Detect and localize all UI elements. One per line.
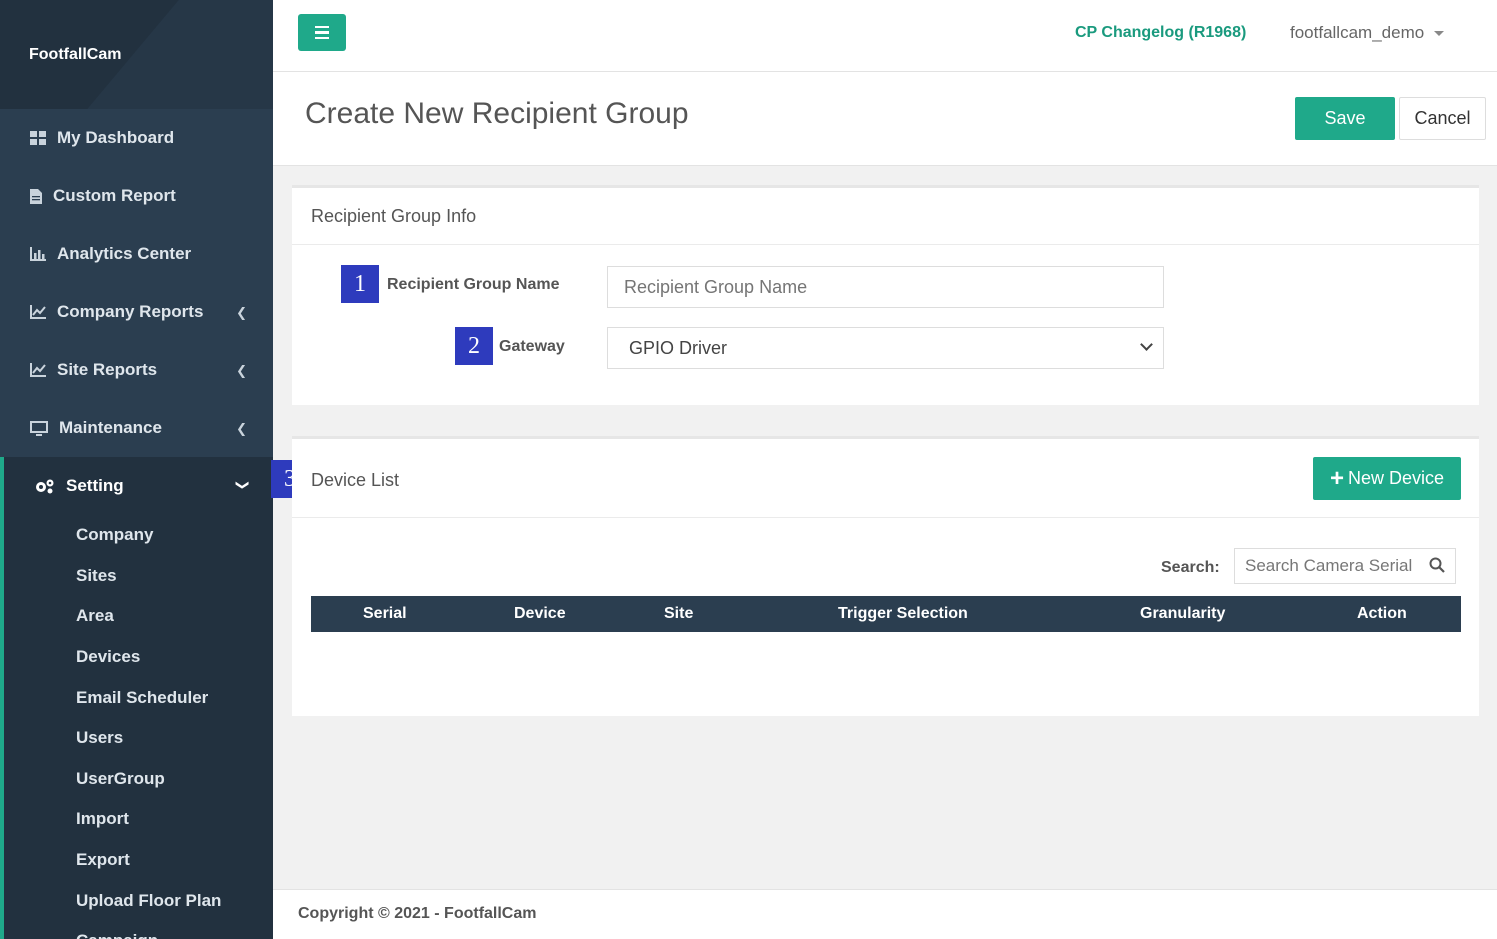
sidebar-item-site-reports[interactable]: Site Reports ❮ (0, 341, 273, 399)
column-header-trigger-selection[interactable]: Trigger Selection (838, 605, 968, 623)
user-menu[interactable]: footfallcam_demo (1290, 23, 1445, 43)
file-icon (29, 188, 43, 204)
page-title: Create New Recipient Group (305, 97, 689, 130)
recipient-group-name-label: Recipient Group Name (387, 276, 560, 293)
copyright-text: Copyright © 2021 - FootfallCam (298, 905, 537, 922)
chevron-left-icon: ❮ (236, 421, 247, 436)
sidebar-item-company-reports[interactable]: Company Reports ❮ (0, 283, 273, 341)
sidebar-item-maintenance[interactable]: Maintenance ❮ (0, 399, 273, 457)
device-table-header: Serial Device Site Trigger Selection Gra… (311, 596, 1461, 632)
setting-submenu: Company Sites Area Devices Email Schedul… (0, 515, 273, 939)
column-header-action: Action (1357, 605, 1407, 622)
sidebar: FootfallCam My Dashboard Custom Report A… (0, 0, 273, 939)
line-chart-icon (29, 362, 47, 378)
panel-title: Recipient Group Info (311, 206, 477, 226)
gears-icon (34, 478, 56, 494)
step-marker-2: 2 (455, 327, 493, 365)
panel-title: Device List (311, 470, 400, 490)
column-header-granularity[interactable]: Granularity (1140, 605, 1225, 623)
footer: Copyright © 2021 - FootfallCam (273, 889, 1497, 939)
plus-icon: + (1329, 464, 1344, 492)
column-header-device[interactable]: Device (514, 605, 566, 623)
sidebar-item-label: My Dashboard (57, 128, 175, 147)
gateway-selected-value: GPIO Driver (629, 337, 728, 358)
search-placeholder: Search Camera Serial (1245, 556, 1413, 575)
sidebar-item-my-dashboard[interactable]: My Dashboard (0, 109, 273, 167)
sidebar-item-analytics-center[interactable]: Analytics Center (0, 225, 273, 283)
panel-header: Recipient Group Info (292, 188, 1479, 245)
brand-name[interactable]: FootfallCam (29, 46, 121, 64)
gateway-select[interactable]: GPIO Driver (607, 327, 1164, 369)
new-device-button[interactable]: + New Device (1313, 457, 1461, 500)
column-header-site[interactable]: Site (664, 605, 693, 623)
dashboard-icon (29, 130, 47, 146)
sidebar-item-label: Setting (66, 476, 124, 495)
recipient-group-info-panel: Recipient Group Info 1 Recipient Group N… (292, 185, 1479, 405)
new-device-label: New Device (1347, 468, 1445, 488)
hamburger-menu-button[interactable] (298, 14, 346, 51)
search-input[interactable]: Search Camera Serial (1234, 548, 1456, 584)
line-chart-icon (29, 304, 47, 320)
submenu-item-upload-floor-plan[interactable]: Upload Floor Plan (4, 880, 273, 921)
submenu-item-usergroup[interactable]: UserGroup (4, 759, 273, 800)
submenu-item-sites[interactable]: Sites (4, 556, 273, 597)
step-marker-1: 1 (341, 265, 379, 303)
sidebar-item-label: Site Reports (57, 360, 158, 379)
submenu-item-import[interactable]: Import (4, 799, 273, 840)
chevron-down-icon (1140, 338, 1153, 351)
sidebar-item-setting[interactable]: Setting ❮ (0, 457, 273, 515)
cancel-button[interactable]: Cancel (1399, 97, 1486, 140)
search-icon[interactable] (1429, 557, 1445, 573)
chevron-down-icon: ❮ (233, 479, 249, 491)
submenu-item-export[interactable]: Export (4, 840, 273, 881)
chevron-left-icon: ❮ (236, 305, 247, 320)
sidebar-item-label: Company Reports (57, 302, 204, 321)
submenu-item-company[interactable]: Company (4, 515, 273, 556)
top-bar: CP Changelog (R1968) footfallcam_demo (273, 0, 1497, 72)
chevron-left-icon: ❮ (236, 363, 247, 378)
submenu-item-devices[interactable]: Devices (4, 637, 273, 678)
monitor-icon (29, 420, 49, 436)
column-header-serial[interactable]: Serial (363, 605, 407, 623)
submenu-item-campaign[interactable]: Campaign (4, 921, 273, 939)
brand: FootfallCam (0, 0, 273, 109)
submenu-item-email-scheduler[interactable]: Email Scheduler (4, 677, 273, 718)
bar-chart-icon (29, 246, 47, 262)
changelog-link[interactable]: CP Changelog (R1968) (1075, 24, 1246, 42)
save-button[interactable]: Save (1295, 97, 1395, 140)
page-header: Create New Recipient Group Save Cancel (273, 72, 1497, 166)
sidebar-item-label: Maintenance (59, 418, 162, 437)
user-name: footfallcam_demo (1290, 23, 1425, 42)
gateway-label: Gateway (499, 338, 565, 355)
submenu-item-users[interactable]: Users (4, 718, 273, 759)
hamburger-icon (315, 25, 329, 29)
submenu-item-area[interactable]: Area (4, 596, 273, 637)
sidebar-item-label: Custom Report (53, 186, 176, 205)
panel-header: Device List + New Device (292, 439, 1479, 518)
sidebar-item-custom-report[interactable]: Custom Report (0, 167, 273, 225)
recipient-group-name-input[interactable] (607, 266, 1164, 308)
search-label: Search: (1161, 559, 1220, 576)
sidebar-item-label: Analytics Center (57, 244, 192, 263)
caret-down-icon (1434, 31, 1445, 37)
device-list-panel: Device List + New Device Search: Search … (292, 436, 1479, 716)
